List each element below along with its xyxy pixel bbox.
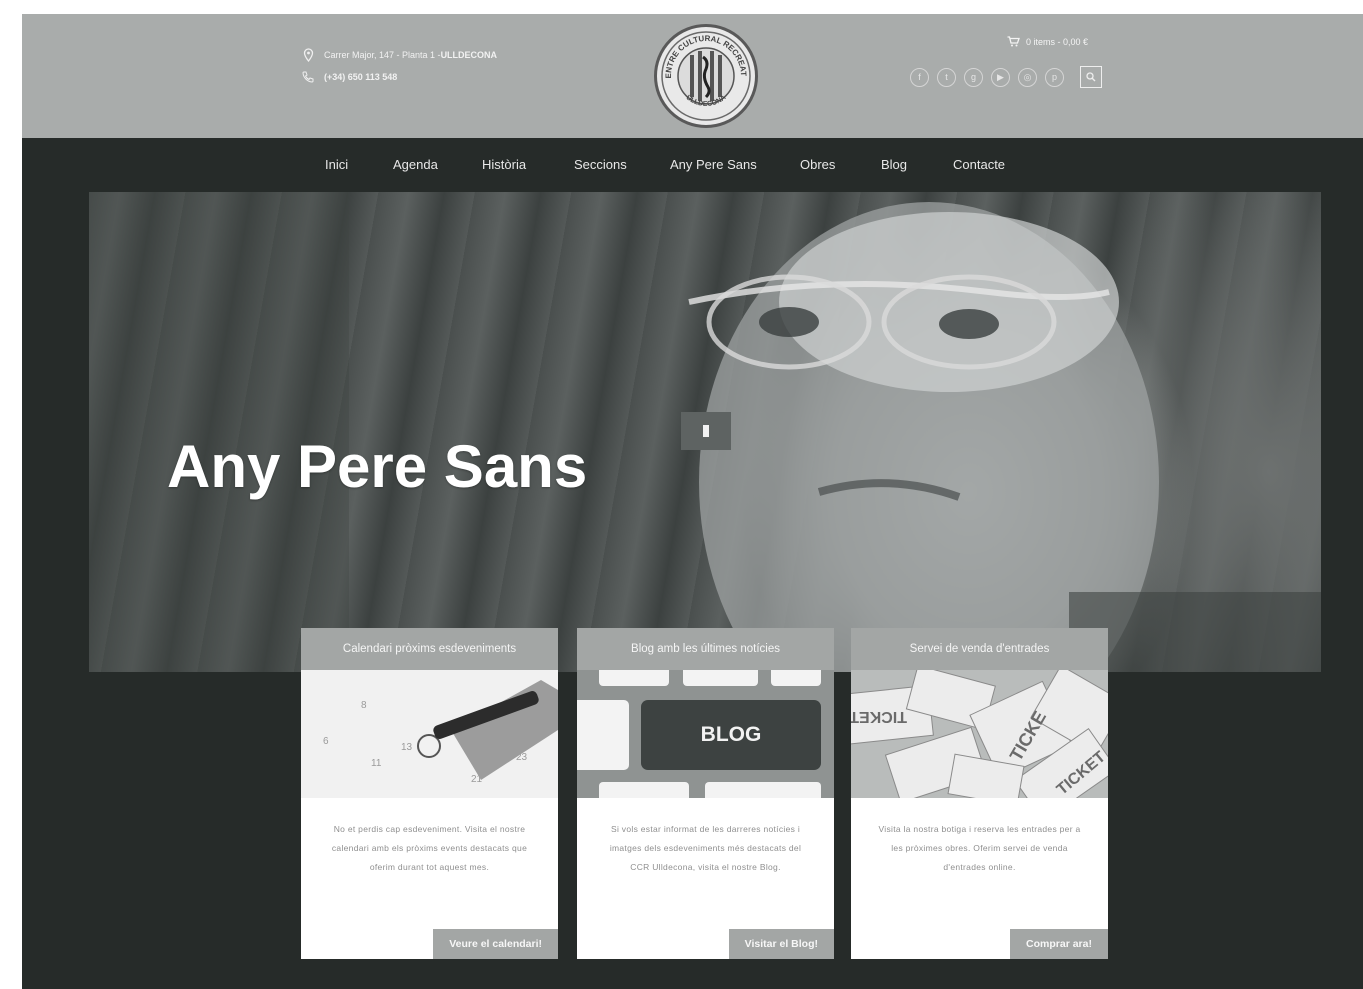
social-links: f t g ▶ ◎ p	[910, 66, 1102, 88]
cart-summary[interactable]: 0 items - 0,00 €	[1007, 36, 1088, 47]
visit-blog-button[interactable]: Visitar el Blog!	[728, 929, 834, 959]
card-title: Servei de venda d'entrades	[851, 628, 1108, 670]
svg-text:8: 8	[361, 700, 367, 711]
main-nav: Inici Agenda Història Seccions Any Pere …	[22, 138, 1363, 192]
card-calendar: Calendari pròxims esdeveniments 6 11 13 21…	[301, 628, 558, 959]
hero-title: Any Pere Sans	[167, 433, 588, 500]
card-blog: Blog amb les últimes notícies BLOG Si vo…	[577, 628, 834, 959]
slider-pause-button[interactable]	[681, 412, 731, 450]
address-text: Carrer Major, 147 - Planta 1 -	[324, 50, 441, 60]
nav-item-contacte[interactable]: Contacte	[953, 157, 1005, 172]
nav-item-seccions[interactable]: Seccions	[574, 157, 627, 172]
tickets-image: TICKET TICKE TICKET	[851, 670, 1108, 798]
pinterest-icon[interactable]: p	[1045, 67, 1064, 87]
search-icon	[1086, 72, 1096, 82]
blog-key-label: BLOG	[700, 723, 762, 746]
contact-info: Carrer Major, 147 - Planta 1 - ULLDECONA…	[300, 44, 497, 88]
phone-icon	[300, 69, 316, 85]
hero-banner: Any Pere Sans	[89, 192, 1321, 672]
cart-icon	[1007, 36, 1020, 47]
svg-text:11: 11	[371, 758, 382, 769]
card-text: Si vols estar informat de les darreres n…	[609, 824, 802, 872]
buy-now-button[interactable]: Comprar ara!	[1010, 929, 1108, 959]
address-row: Carrer Major, 147 - Planta 1 - ULLDECONA	[300, 44, 497, 66]
header-bar: Carrer Major, 147 - Planta 1 - ULLDECONA…	[22, 14, 1363, 138]
svg-text:TICKET: TICKET	[851, 708, 907, 725]
facebook-icon[interactable]: f	[910, 67, 929, 87]
phone-number[interactable]: (+34) 650 113 548	[324, 72, 397, 82]
youtube-icon[interactable]: ▶	[991, 67, 1010, 87]
map-pin-icon	[300, 47, 316, 63]
instagram-icon[interactable]: ◎	[1018, 67, 1037, 87]
cart-text: 0 items - 0,00 €	[1026, 36, 1089, 47]
address-city: ULLDECONA	[440, 50, 498, 60]
svg-text:13: 13	[401, 742, 413, 753]
card-tickets: Servei de venda d'entrades TICKET TICKE …	[851, 628, 1108, 959]
blog-keyboard-image: BLOG	[577, 670, 834, 798]
nav-item-any-pere-sans[interactable]: Any Pere Sans	[670, 157, 757, 172]
card-text: Visita la nostra botiga i reserva les en…	[878, 824, 1081, 872]
google-plus-icon[interactable]: g	[964, 67, 983, 87]
card-title: Calendari pròxims esdeveniments	[301, 628, 558, 670]
calendar-image: 6 11 13 21 23 8	[301, 670, 558, 798]
pause-icon	[703, 425, 709, 437]
card-title: Blog amb les últimes notícies	[577, 628, 834, 670]
search-button[interactable]	[1080, 66, 1102, 88]
nav-item-blog[interactable]: Blog	[881, 157, 907, 172]
site-logo[interactable]: CENTRE CULTURAL RECREATIU ULLDECONA	[654, 24, 758, 128]
svg-text:6: 6	[323, 736, 329, 747]
twitter-icon[interactable]: t	[937, 67, 956, 87]
page-frame: Carrer Major, 147 - Planta 1 - ULLDECONA…	[22, 14, 1363, 989]
nav-item-inici[interactable]: Inici	[325, 157, 348, 172]
view-calendar-button[interactable]: Veure el calendari!	[433, 929, 558, 959]
phone-row: (+34) 650 113 548	[300, 66, 497, 88]
nav-item-agenda[interactable]: Agenda	[393, 157, 438, 172]
nav-item-obres[interactable]: Obres	[800, 157, 835, 172]
nav-item-historia[interactable]: Història	[482, 157, 526, 172]
card-text: No et perdis cap esdeveniment. Visita el…	[331, 824, 528, 872]
